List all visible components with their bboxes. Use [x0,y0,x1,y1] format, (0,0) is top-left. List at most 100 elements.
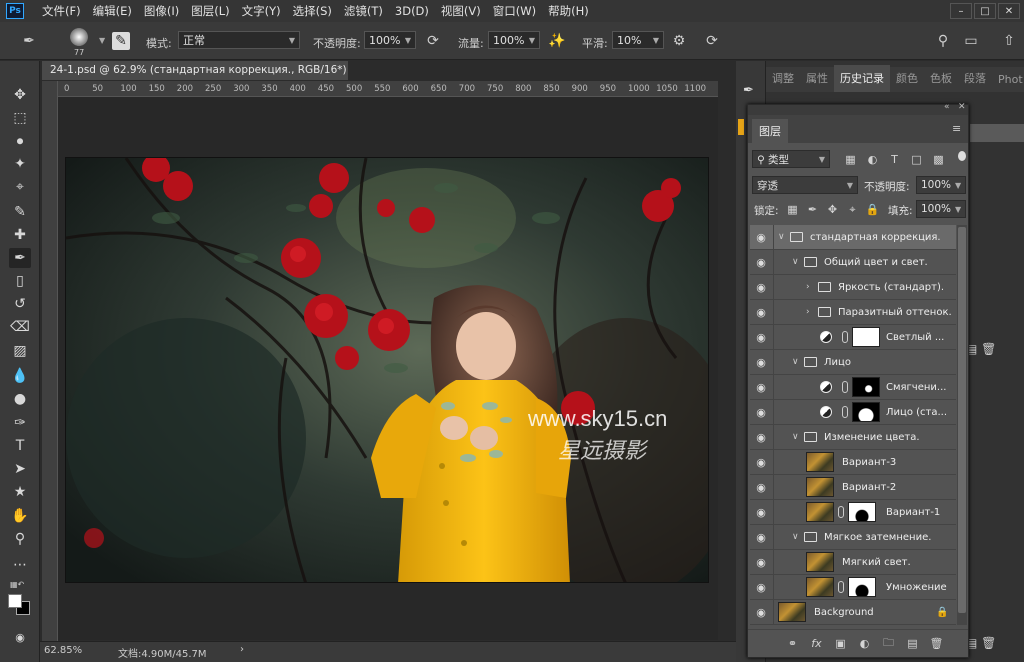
layer-row[interactable]: ◉ ∨ стандартная коррекция. [750,225,956,250]
new-layer-icon[interactable]: ▤ [906,637,919,650]
dodge-tool-icon[interactable]: ● [9,389,31,409]
filter-pixel-icon[interactable]: ▦ [844,153,857,166]
eye-icon[interactable]: ◉ [754,355,768,369]
link-icon[interactable] [842,381,848,393]
layer-row[interactable]: ◉ Вариант-2 [750,475,956,500]
eye-icon[interactable]: ◉ [754,505,768,519]
blur-tool-icon[interactable]: 💧 [9,366,31,386]
eye-icon[interactable]: ◉ [754,580,768,594]
pen-tool-icon[interactable]: ✑ [9,413,31,433]
layer-thumbnail[interactable] [806,502,834,522]
menu-file[interactable]: 文件(F) [42,3,81,19]
collapse-icon[interactable]: « [944,102,950,112]
brush-tool-icon[interactable]: ✒ [20,32,38,50]
layer-opacity-field[interactable]: 100% ▼ [916,176,966,194]
clone-stamp-tool-icon[interactable]: ▯ [9,271,31,291]
magic-wand-tool-icon[interactable]: ✦ [9,154,31,174]
layer-thumbnail[interactable] [778,602,806,622]
menu-image[interactable]: 图像(I) [144,3,179,19]
swap-colors-icon[interactable]: ▦↶ [10,580,24,589]
airbrush-icon[interactable]: ✨ [548,32,566,50]
layer-row[interactable]: ◉ Мягкий свет. [750,550,956,575]
tab-layers[interactable]: 图层 [752,119,788,143]
gradient-tool-icon[interactable]: ▨ [9,341,31,361]
eye-icon[interactable]: ◉ [754,280,768,294]
menu-3d[interactable]: 3D(D) [395,4,429,18]
mode-select[interactable]: 正常 ▼ [178,31,300,49]
chevron-right-icon[interactable]: › [806,307,810,317]
eye-icon[interactable]: ◉ [754,555,768,569]
chevron-down-icon[interactable]: ∨ [778,232,785,242]
gear-icon[interactable]: ⚙ [670,32,688,50]
chevron-down-icon[interactable]: ∨ [792,357,799,367]
minimize-icon[interactable]: – [950,3,972,19]
eye-icon[interactable]: ◉ [754,330,768,344]
edit-toolbar-icon[interactable]: ⋯ [9,555,31,575]
eraser-tool-icon[interactable]: ⌫ [9,317,31,337]
layer-row[interactable]: ◉ Умножение [750,575,956,600]
status-menu-arrow-icon[interactable]: › [240,644,244,655]
shape-tool-icon[interactable]: ★ [9,482,31,502]
history-selected-item[interactable] [970,124,1024,142]
layer-row[interactable]: ◉ › Паразитный оттенок. [750,300,956,325]
layer-row[interactable]: ◉ ∨ Общий цвет и свет. [750,250,956,275]
chevron-down-icon[interactable]: ∨ [792,432,799,442]
search-icon[interactable]: ⚲ [934,32,952,50]
lasso-tool-icon[interactable]: ⦁ [9,131,31,151]
link-layers-icon[interactable]: ⚭ [786,637,799,650]
blend-mode-select[interactable]: 穿透 ▼ [752,176,858,194]
eye-icon[interactable]: ◉ [754,430,768,444]
flow-field[interactable]: 100% ▼ [488,31,540,49]
menu-edit[interactable]: 编辑(E) [93,3,132,19]
layer-row[interactable]: ◉ ∨ Лицо [750,350,956,375]
pressure-opacity-icon[interactable]: ⟳ [424,32,442,50]
new-group-icon[interactable]: 🗀 [882,636,895,650]
tab-adjustments[interactable]: 调整 [766,70,800,92]
menu-layer[interactable]: 图层(L) [191,3,229,19]
brush-settings-icon[interactable]: ✎ [112,32,130,50]
panel-menu-icon[interactable]: ≡ [952,122,961,135]
smoothing-field[interactable]: 10% ▼ [612,31,664,49]
lock-image-icon[interactable]: ✒ [806,203,819,216]
tab-photo[interactable]: Phot [992,73,1024,92]
menu-type[interactable]: 文字(Y) [242,3,281,19]
history-brush-tool-icon[interactable]: ↺ [9,294,31,314]
add-mask-icon[interactable]: ▣ [834,637,847,650]
layer-thumbnail[interactable] [806,477,834,497]
tab-history[interactable]: 历史记录 [834,65,890,92]
link-icon[interactable] [842,331,848,343]
menu-window[interactable]: 窗口(W) [493,3,536,19]
eye-icon[interactable]: ◉ [754,255,768,269]
eye-icon[interactable]: ◉ [754,405,768,419]
tab-paragraph[interactable]: 段落 [958,70,992,92]
filter-adjustment-icon[interactable]: ◐ [866,153,879,166]
filter-shape-icon[interactable]: □ [910,153,923,166]
layer-row[interactable]: ◉ Вариант-1 [750,500,956,525]
zoom-tool-icon[interactable]: ⚲ [9,529,31,549]
eye-icon[interactable]: ◉ [754,530,768,544]
eye-icon[interactable]: ◉ [754,305,768,319]
layer-thumbnail[interactable] [806,552,834,572]
crop-tool-icon[interactable]: ⌖ [9,177,31,197]
eye-icon[interactable]: ◉ [754,455,768,469]
link-icon[interactable] [842,406,848,418]
tab-swatches[interactable]: 色板 [924,70,958,92]
layers-scroll-thumb[interactable] [958,227,966,613]
lock-position-icon[interactable]: ✥ [826,203,839,216]
layer-row[interactable]: ◉ Вариант-3 [750,450,956,475]
brush-preset-icon[interactable] [70,28,88,46]
brush-presets-icon[interactable]: ✒ [743,83,759,99]
pressure-size-icon[interactable]: ⟳ [703,32,721,50]
layer-mask-thumbnail[interactable] [848,577,876,597]
layer-row[interactable]: ◉ Светлый ... [750,325,956,350]
filter-smart-object-icon[interactable]: ▩ [932,153,945,166]
maximize-icon[interactable]: □ [974,3,996,19]
layer-row[interactable]: ◉ Смягчени... [750,375,956,400]
layer-thumbnail[interactable] [806,577,834,597]
layer-thumbnail[interactable] [806,452,834,472]
type-tool-icon[interactable]: T [9,436,31,456]
eye-icon[interactable]: ◉ [754,605,768,619]
fill-field[interactable]: 100% ▼ [916,200,966,218]
eye-icon[interactable]: ◉ [754,230,768,244]
menu-select[interactable]: 选择(S) [293,3,332,19]
